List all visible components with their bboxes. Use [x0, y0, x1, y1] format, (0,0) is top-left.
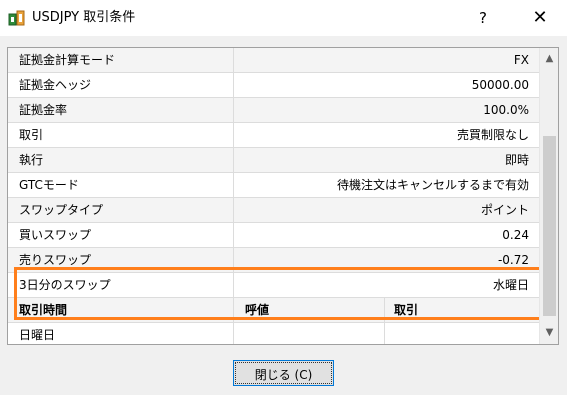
property-name: GTCモード: [8, 173, 234, 197]
property-name: 執行: [8, 148, 234, 172]
property-name: 証拠金率: [8, 98, 234, 122]
column-header-trade[interactable]: 取引: [386, 298, 539, 322]
properties-grid[interactable]: 証拠金計算モード FX 証拠金ヘッジ 50000.00 証拠金率 100.0% …: [7, 47, 559, 345]
property-row[interactable]: 売りスワップ -0.72: [8, 248, 539, 273]
scroll-thumb[interactable]: [543, 136, 556, 316]
property-row[interactable]: 執行 即時: [8, 148, 539, 173]
close-button-label: 閉じる (C): [235, 362, 332, 384]
property-row[interactable]: 証拠金ヘッジ 50000.00: [8, 73, 539, 98]
property-name: 証拠金計算モード: [8, 48, 234, 72]
property-row[interactable]: 取引 売買制限なし: [8, 123, 539, 148]
dialog-window: USDJPY 取引条件 ? ✕ 証拠金計算モード FX 証拠金ヘッジ 50000…: [0, 0, 567, 395]
scroll-up-arrow-icon[interactable]: ▲: [540, 50, 558, 68]
scroll-down-arrow-icon[interactable]: ▼: [540, 324, 558, 342]
property-row[interactable]: 買いスワップ 0.24: [8, 223, 539, 248]
property-value: ポイント: [480, 203, 529, 217]
session-quote: [235, 323, 385, 344]
table-row[interactable]: 日曜日: [8, 323, 539, 344]
property-row[interactable]: 証拠金率 100.0%: [8, 98, 539, 123]
title-bar: USDJPY 取引条件 ? ✕: [0, 0, 567, 36]
property-value: 0.24: [502, 228, 529, 242]
property-name: 買いスワップ: [8, 223, 234, 247]
property-value: 売買制限なし: [456, 128, 529, 142]
close-window-button[interactable]: ✕: [513, 0, 567, 36]
session-table-header: 取引時間 呼値 取引: [8, 298, 539, 323]
property-value: 即時: [504, 153, 529, 167]
session-trade: [386, 323, 539, 344]
property-name: 取引: [8, 123, 234, 147]
window-title: USDJPY 取引条件: [32, 10, 136, 25]
property-name: スワップタイプ: [8, 198, 234, 222]
column-header-quote[interactable]: 呼値: [235, 298, 385, 322]
property-value: 50000.00: [471, 78, 529, 92]
property-value: 待機注文はキャンセルするまで有効: [336, 178, 529, 192]
property-row[interactable]: 3日分のスワップ 水曜日: [8, 273, 539, 298]
property-value: 100.0%: [483, 103, 529, 117]
property-value: FX: [513, 53, 529, 67]
vertical-scrollbar[interactable]: ▲ ▼: [539, 48, 558, 344]
close-button[interactable]: 閉じる (C): [233, 360, 334, 386]
property-value: 水曜日: [492, 278, 529, 292]
property-row[interactable]: スワップタイプ ポイント: [8, 198, 539, 223]
app-icon: [8, 10, 26, 26]
session-day: 日曜日: [8, 323, 234, 344]
property-row[interactable]: GTCモード 待機注文はキャンセルするまで有効: [8, 173, 539, 198]
property-name: 証拠金ヘッジ: [8, 73, 234, 97]
property-row[interactable]: 証拠金計算モード FX: [8, 48, 539, 73]
property-name: 売りスワップ: [8, 248, 234, 272]
help-button[interactable]: ?: [460, 0, 506, 36]
property-name: 3日分のスワップ: [8, 273, 234, 297]
property-value: -0.72: [497, 253, 529, 267]
column-header-trading-hours[interactable]: 取引時間: [8, 298, 234, 322]
